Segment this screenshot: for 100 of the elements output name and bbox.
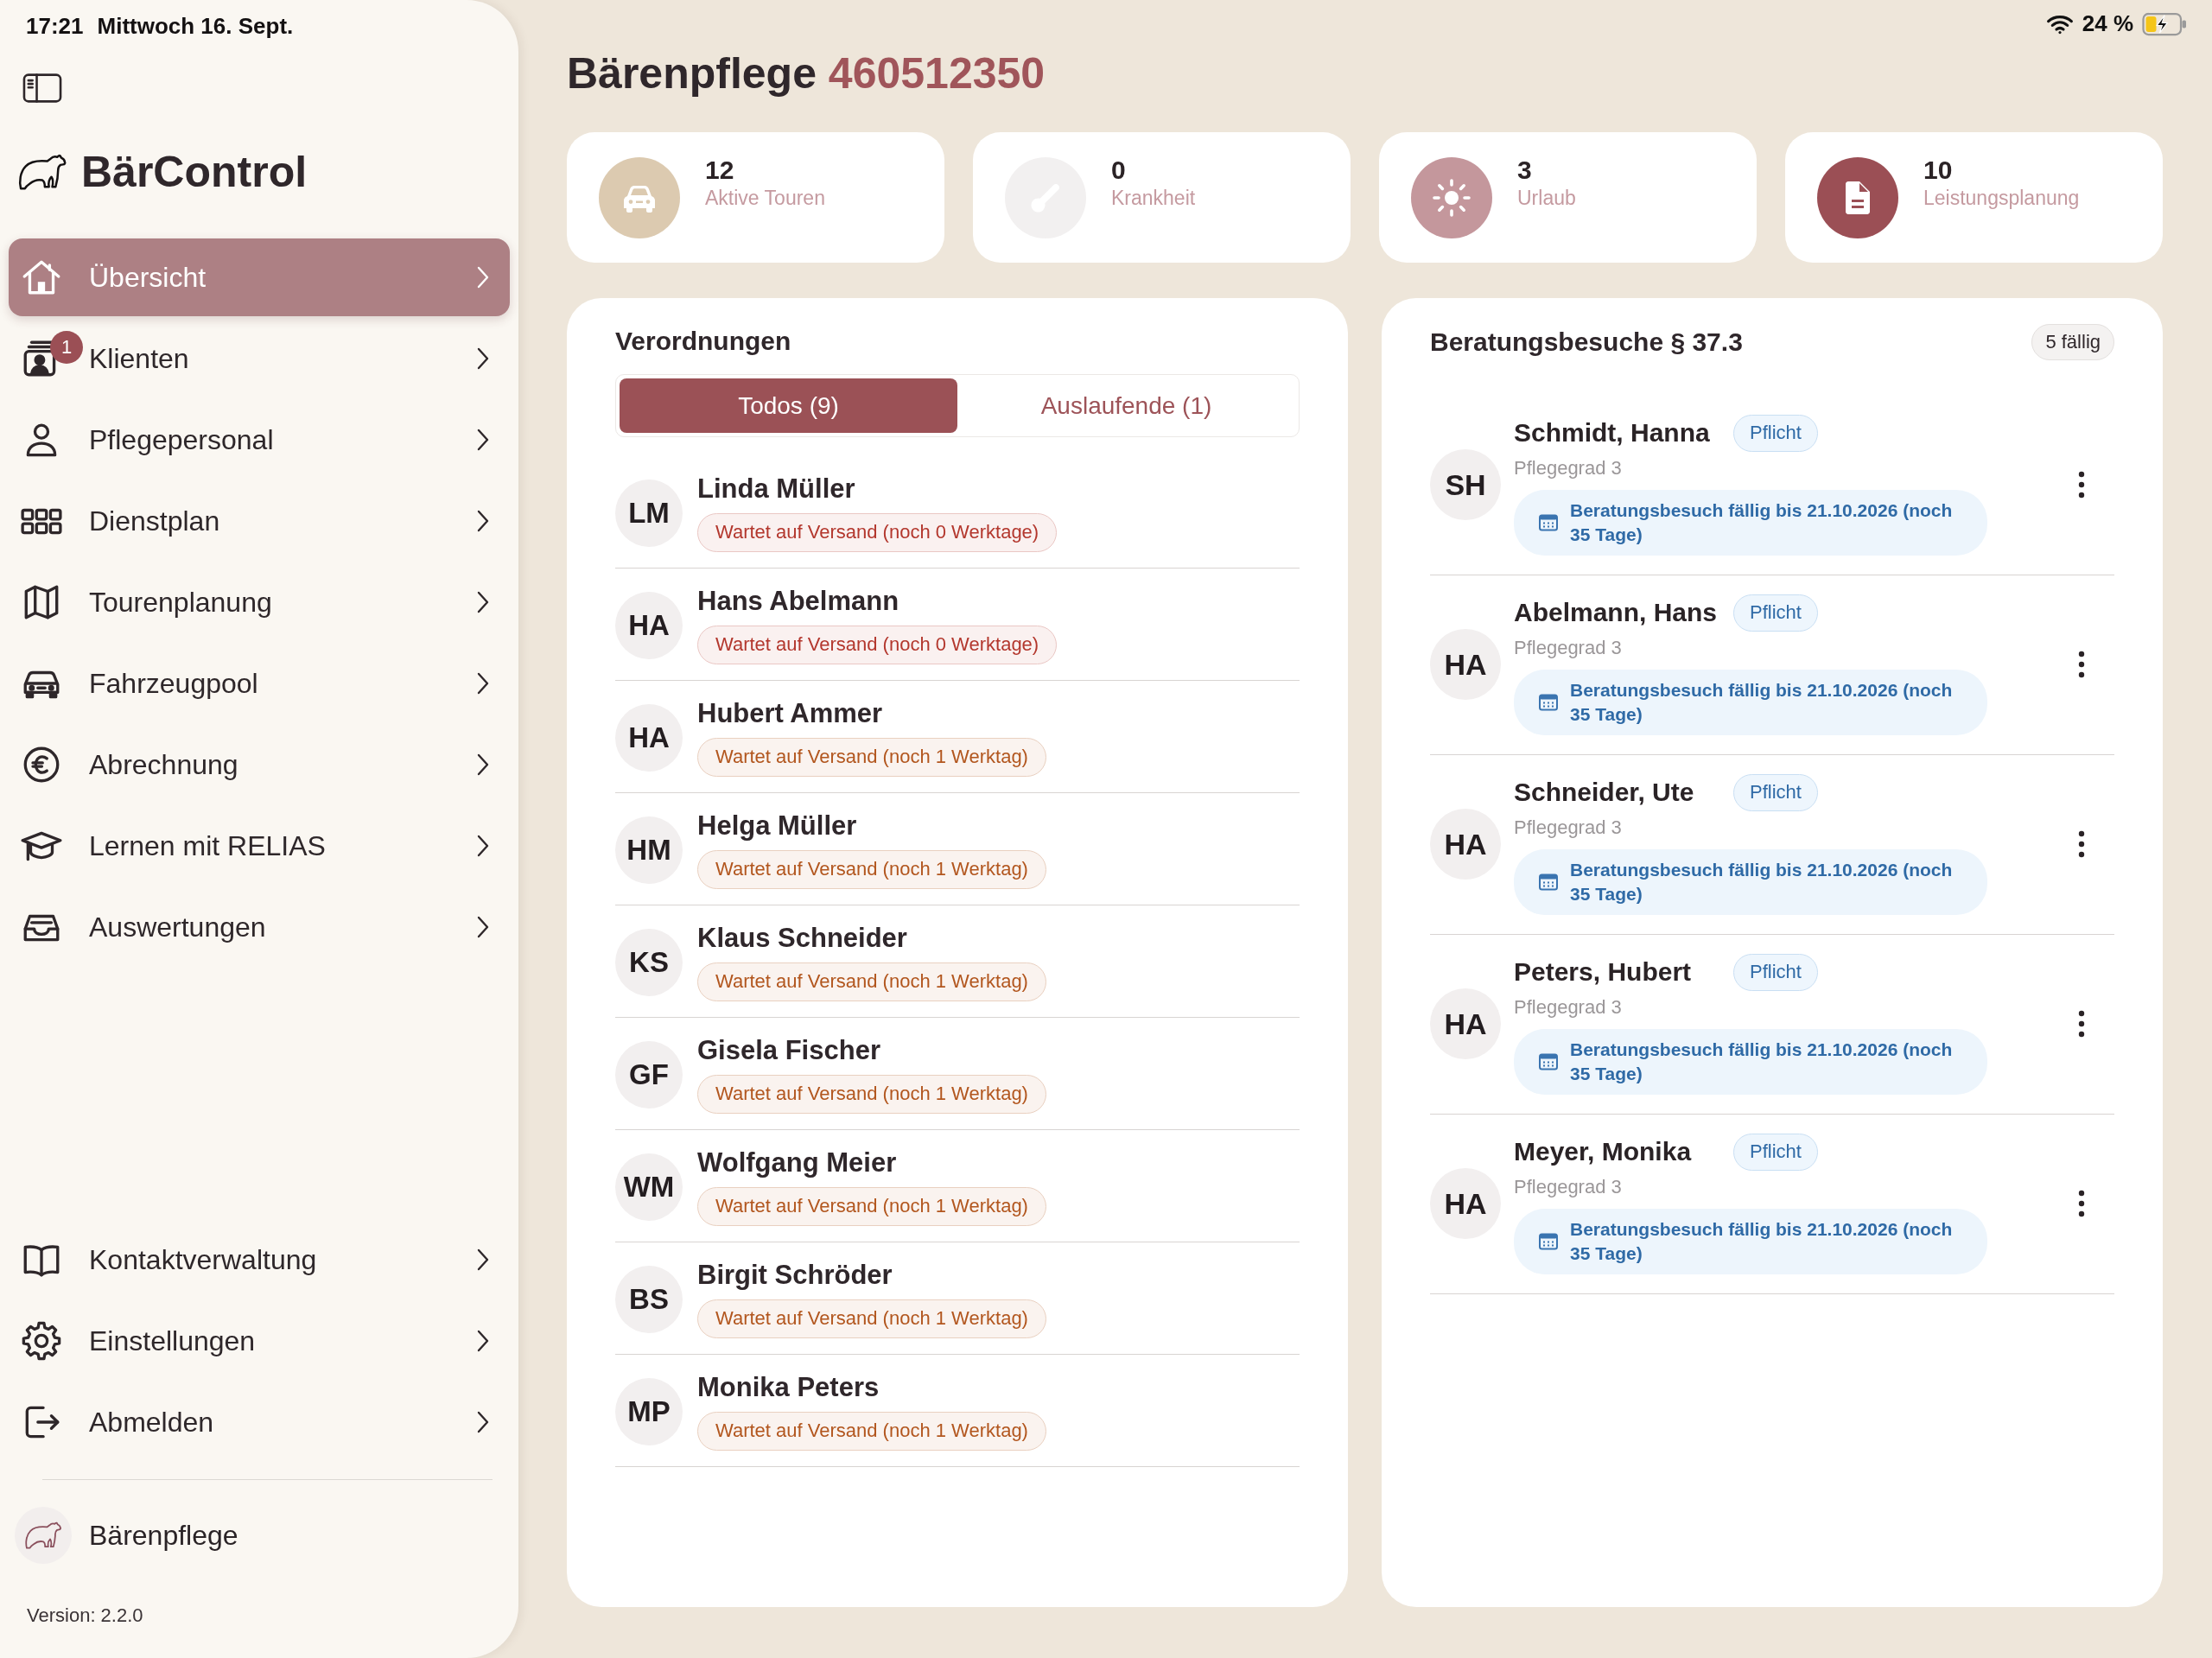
calendar-icon <box>1539 873 1558 891</box>
calendar-icon <box>1539 694 1558 711</box>
initials-avatar: HM <box>615 816 683 884</box>
requirement-tag: Pflicht <box>1733 1133 1818 1171</box>
nav-item[interactable]: Auswertungen <box>9 888 510 966</box>
person-name: Hubert Ammer <box>697 698 883 729</box>
initials-avatar: LM <box>615 479 683 547</box>
chevron-icon <box>475 914 491 940</box>
more-options-icon[interactable] <box>2077 470 2086 499</box>
initials-avatar: HA <box>1430 988 1501 1059</box>
more-options-icon[interactable] <box>2077 829 2086 859</box>
calendar-icon <box>1539 1053 1558 1070</box>
status-tag: Wartet auf Versand (noch 1 Werktag) <box>697 962 1046 1001</box>
nav-item[interactable]: Dienstplan <box>9 482 510 560</box>
care-level-text: Pflegegrad 3 <box>1514 1175 1622 1199</box>
chevron-icon <box>475 752 491 778</box>
initials-avatar: GF <box>615 1040 683 1109</box>
battery-icon <box>2142 11 2189 36</box>
person-name: Gisela Fischer <box>697 1035 880 1066</box>
more-options-icon[interactable] <box>2077 650 2086 679</box>
nav-item[interactable]: Lernen mit RELIAS <box>9 807 510 885</box>
status-tag: Wartet auf Versand (noch 1 Werktag) <box>697 850 1046 889</box>
person-name: Birgit Schröder <box>697 1260 893 1291</box>
initials-avatar: WM <box>615 1153 683 1221</box>
chevron-icon <box>475 427 491 453</box>
stat-label: Leistungsplanung <box>1923 186 2080 210</box>
chevron-icon <box>475 1247 491 1273</box>
stat-value: 0 <box>1111 155 1127 186</box>
bear-icon <box>17 152 67 192</box>
tab[interactable]: Auslaufende (1) <box>957 378 1295 433</box>
status-tag: Wartet auf Versand (noch 1 Werktag) <box>697 1299 1046 1338</box>
chevron-icon <box>475 1409 491 1435</box>
nav-item[interactable]: Fahrzeugpool <box>9 645 510 722</box>
chevron-icon <box>475 346 491 372</box>
person-name: Meyer, Monika <box>1514 1136 1693 1167</box>
status-tag: Wartet auf Versand (noch 1 Werktag) <box>697 1187 1046 1226</box>
app-title: BärControl <box>81 148 308 196</box>
initials-avatar: HA <box>1430 629 1501 700</box>
person-name: Abelmann, Hans <box>1514 597 1719 628</box>
status-date: Mittwoch 16. Sept. <box>97 11 294 41</box>
person-name: Schneider, Ute <box>1514 777 1695 808</box>
nav-item[interactable]: Tourenplanung <box>9 563 510 641</box>
person-name: Wolfgang Meier <box>697 1147 897 1178</box>
nav-item[interactable]: Pflegepersonal <box>9 401 510 479</box>
nav-item[interactable]: Kontaktverwaltung <box>9 1221 510 1299</box>
more-options-icon[interactable] <box>2077 1009 2086 1039</box>
initials-avatar: SH <box>1430 449 1501 520</box>
initials-avatar: HA <box>1430 809 1501 880</box>
calendar-icon <box>1539 1233 1558 1250</box>
person-name: Peters, Hubert <box>1514 956 1693 988</box>
stat-value: 10 <box>1923 155 1954 186</box>
care-level-text: Pflegegrad 3 <box>1514 636 1622 660</box>
notification-badge: 1 <box>50 331 83 364</box>
due-date-text: Beratungsbesuch fällig bis 21.10.2026 (noch 35 Tage) <box>1570 1218 1954 1265</box>
person-name: Helga Müller <box>697 810 857 842</box>
nav-item[interactable]: 1 Klienten <box>9 320 510 397</box>
chevron-icon <box>475 670 491 696</box>
sidebar-toggle-icon[interactable] <box>22 73 62 103</box>
wifi-icon <box>2045 13 2074 35</box>
requirement-tag: Pflicht <box>1733 414 1818 452</box>
card-title: Beratungsbesuche § 37.3 <box>1430 327 1743 358</box>
chevron-icon <box>475 1328 491 1354</box>
nav-item[interactable]: Abrechnung <box>9 726 510 804</box>
chevron-icon <box>475 833 491 859</box>
tab[interactable]: Todos (9) <box>620 378 957 433</box>
requirement-tag: Pflicht <box>1733 773 1818 811</box>
status-tag: Wartet auf Versand (noch 1 Werktag) <box>697 738 1046 777</box>
due-date-text: Beratungsbesuch fällig bis 21.10.2026 (noch 35 Tage) <box>1570 859 1954 905</box>
due-date-text: Beratungsbesuch fällig bis 21.10.2026 (noch 35 Tage) <box>1570 1039 1954 1085</box>
stat-label: Krankheit <box>1111 186 1196 210</box>
chevron-icon <box>475 589 491 615</box>
nav-item[interactable]: Abmelden <box>9 1383 510 1461</box>
calendar-icon <box>1539 514 1558 531</box>
initials-avatar: KS <box>615 928 683 996</box>
count-badge: 5 fällig <box>2031 324 2114 360</box>
stat-label: Aktive Touren <box>705 186 825 210</box>
settings-icon <box>20 1319 63 1363</box>
battery-percentage: 24 % <box>2082 10 2133 38</box>
care-level-text: Pflegegrad 3 <box>1514 816 1622 840</box>
status-tag: Wartet auf Versand (noch 0 Werktage) <box>697 626 1058 664</box>
card-title: Verordnungen <box>615 326 791 357</box>
stat-value: 12 <box>705 155 735 186</box>
person-name: Hans Abelmann <box>697 586 899 617</box>
chevron-icon <box>475 264 491 290</box>
stat-value: 3 <box>1517 155 1533 186</box>
requirement-tag: Pflicht <box>1733 953 1818 991</box>
care-level-text: Pflegegrad 3 <box>1514 995 1622 1020</box>
initials-avatar: HA <box>1430 1168 1501 1239</box>
nav-item[interactable]: Einstellungen <box>9 1302 510 1380</box>
more-options-icon[interactable] <box>2077 1189 2086 1218</box>
care-level-text: Pflegegrad 3 <box>1514 456 1622 480</box>
due-date-text: Beratungsbesuch fällig bis 21.10.2026 (noch 35 Tage) <box>1570 679 1954 726</box>
status-tag: Wartet auf Versand (noch 1 Werktag) <box>697 1412 1046 1451</box>
initials-avatar: MP <box>615 1377 683 1445</box>
status-time: 17:21 <box>26 11 84 41</box>
requirement-tag: Pflicht <box>1733 594 1818 632</box>
version-text: Version: 2.2.0 <box>27 1604 143 1628</box>
person-name: Linda Müller <box>697 473 855 505</box>
page-title: Bärenpflege 460512350 <box>567 48 1046 99</box>
initials-avatar: BS <box>615 1265 683 1333</box>
